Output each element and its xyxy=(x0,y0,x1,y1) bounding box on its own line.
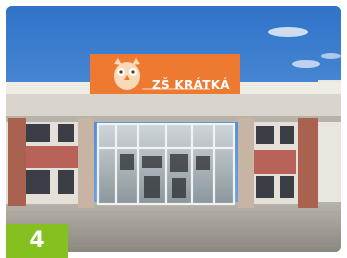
canopy-front xyxy=(6,94,341,118)
cloud xyxy=(268,27,308,37)
school-sign-text: ZŠ KRÁTKÁ xyxy=(152,78,230,92)
badge-number: 4 xyxy=(29,228,45,253)
cloud xyxy=(292,60,320,68)
red-wall-panel xyxy=(252,150,296,174)
cloud xyxy=(321,53,341,59)
pillar xyxy=(8,118,26,206)
school-photo: ZŠ KRÁTKÁ xyxy=(6,6,341,252)
school-building-illustration xyxy=(6,6,341,252)
photo-frame: ZŠ KRÁTKÁ 4 xyxy=(0,0,347,258)
pillar xyxy=(238,118,254,208)
pillar xyxy=(298,118,318,208)
pillar xyxy=(78,118,94,208)
number-badge: 4 xyxy=(6,224,68,258)
owl-logo xyxy=(114,58,140,90)
red-wall-panel xyxy=(22,146,78,168)
